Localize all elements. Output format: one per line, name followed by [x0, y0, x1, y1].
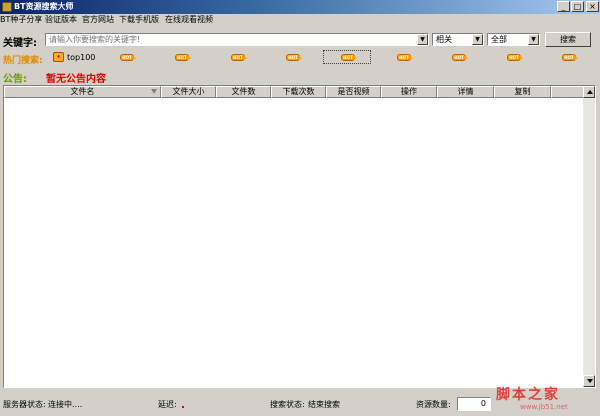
scroll-down-button[interactable]	[583, 375, 595, 387]
keyword-combobox[interactable]: ▼	[45, 33, 429, 46]
category-dropdown-arrow-icon[interactable]: ▼	[528, 34, 539, 45]
server-status-label: 服务器状态:	[3, 400, 46, 409]
maximize-button[interactable]: □	[571, 1, 584, 12]
mode-select[interactable]: 相关 ▼	[432, 33, 484, 46]
hot-badge-icon[interactable]: HOT	[452, 54, 468, 61]
table-header: 文件名 文件大小 文件数 下载次数 是否视频 操作 详情 复制	[4, 86, 584, 98]
keyword-dropdown-arrow-icon[interactable]: ▼	[417, 34, 428, 45]
title-bar[interactable]: BT资源搜索大师 _ □ ×	[0, 0, 600, 14]
resource-count-box: 0	[457, 397, 491, 411]
column-header-size[interactable]: 文件大小	[161, 86, 216, 98]
column-header-filler	[551, 86, 584, 98]
column-header-copy[interactable]: 复制	[494, 86, 551, 98]
keyword-input[interactable]	[47, 34, 417, 45]
vertical-scrollbar[interactable]	[583, 86, 595, 387]
delay-indicator	[182, 406, 184, 408]
menu-verify-version[interactable]: 验证版本	[45, 15, 77, 25]
hot-top-icon[interactable]: ★	[53, 52, 64, 62]
column-header-label: 文件名	[70, 87, 95, 96]
notice-text: 暂无公告内容	[46, 74, 106, 85]
hot-badge-icon[interactable]: HOT	[175, 54, 191, 61]
hot-badge-icon[interactable]: HOT	[507, 54, 523, 61]
server-status-value: 连接中....	[48, 400, 83, 409]
mode-select-value: 相关	[436, 35, 452, 44]
search-button[interactable]: 搜索	[545, 32, 591, 47]
results-table[interactable]: 文件名 文件大小 文件数 下载次数 是否视频 操作 详情 复制	[3, 85, 596, 388]
close-button[interactable]: ×	[586, 1, 599, 12]
resource-count-value: 0	[480, 399, 486, 408]
column-header-download-count[interactable]: 下载次数	[271, 86, 326, 98]
minimize-button[interactable]: _	[557, 1, 570, 12]
notice-label: 公告:	[3, 74, 27, 85]
keyword-label: 关键字:	[3, 38, 37, 49]
scroll-up-button[interactable]	[583, 86, 595, 98]
menu-online-video[interactable]: 在线观看视频	[165, 15, 213, 25]
column-header-action[interactable]: 操作	[381, 86, 437, 98]
hot-badge-icon[interactable]: HOT	[562, 54, 578, 61]
column-header-filename[interactable]: 文件名	[4, 86, 161, 98]
column-header-is-video[interactable]: 是否视频	[326, 86, 381, 98]
hot-badge-icon[interactable]: HOT	[231, 54, 247, 61]
delay-label: 延迟:	[158, 400, 177, 409]
window-title: BT资源搜索大师	[14, 2, 74, 11]
watermark-url: www.jb51.net	[520, 403, 568, 411]
app-icon	[2, 2, 12, 12]
search-status-label: 搜索状态:	[270, 400, 305, 409]
watermark-logo: 脚本之家	[496, 387, 560, 403]
menu-mobile-download[interactable]: 下载手机版	[119, 15, 159, 25]
app-window: BT资源搜索大师 _ □ × BT种子分享 验证版本 官方网站 下载手机版 在线…	[0, 0, 600, 416]
column-header-details[interactable]: 详情	[437, 86, 494, 98]
search-status-value: 结束搜索	[308, 400, 340, 409]
menu-official-site[interactable]: 官方网站	[82, 15, 114, 25]
hot-badge-icon[interactable]: HOT	[120, 54, 136, 61]
hot-search-label: 热门搜索:	[3, 56, 43, 66]
hot-item-top100[interactable]: top100	[67, 53, 95, 63]
category-select-value: 全部	[491, 35, 507, 44]
arrow-down-icon	[587, 379, 593, 383]
category-select[interactable]: 全部 ▼	[487, 33, 540, 46]
column-header-file-count[interactable]: 文件数	[216, 86, 271, 98]
hot-badge-icon[interactable]: HOT	[286, 54, 302, 61]
hot-badge-icon[interactable]: HOT	[397, 54, 413, 61]
menu-bar: BT种子分享 验证版本 官方网站 下载手机版 在线观看视频	[0, 14, 600, 26]
arrow-up-icon	[587, 90, 593, 94]
resource-count-label: 资源数量:	[416, 400, 451, 409]
sort-arrow-icon	[151, 89, 157, 94]
mode-dropdown-arrow-icon[interactable]: ▼	[472, 34, 483, 45]
menu-bt-share[interactable]: BT种子分享	[0, 15, 42, 25]
hot-badge-icon[interactable]: HOT	[341, 54, 357, 61]
